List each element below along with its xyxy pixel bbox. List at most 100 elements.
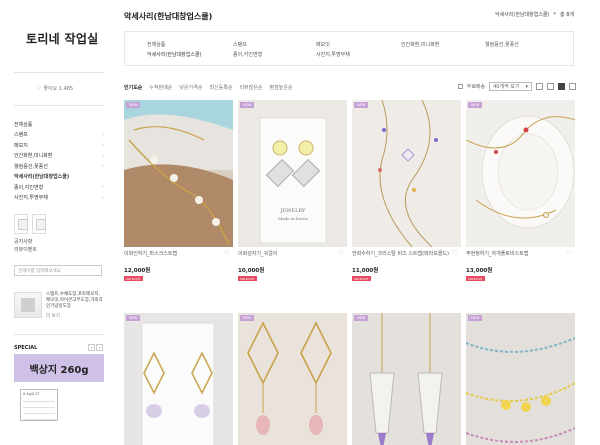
- tab-low-price[interactable]: 낮은가격순: [179, 84, 202, 91]
- sub-cat-photo[interactable]: 사진지,투명부채: [316, 50, 350, 60]
- shop-title[interactable]: 토리네 작업실: [26, 30, 99, 47]
- product-price: 12,000원: [124, 268, 151, 274]
- product-price: 10,000원: [238, 268, 265, 274]
- side-menu-item-photo[interactable]: 사진지,투명부채 ›: [14, 193, 104, 204]
- divider: [14, 72, 104, 73]
- heart-icon[interactable]: ♡: [338, 249, 344, 257]
- chevron-right-icon: ›: [102, 194, 104, 201]
- status-badge: SOLDOUT: [238, 276, 257, 281]
- sub-cat-all[interactable]: 전체상품: [147, 40, 202, 50]
- side-menu-item-all[interactable]: 전체상품: [14, 119, 104, 130]
- tab-sales[interactable]: 누적판매순: [149, 84, 172, 91]
- new-badge: NEW: [468, 315, 483, 321]
- side-menu-item-wreath[interactable]: 인간화환,미니화환 ›: [14, 151, 104, 162]
- sub-cat-paper[interactable]: 종이,각인변형: [233, 50, 262, 60]
- sub-cat-accessory[interactable]: 악세사리(한남대창업스쿨): [147, 50, 202, 60]
- svg-text:Made in Korea: Made in Korea: [278, 216, 308, 221]
- side-menu-item-accessory[interactable]: 악세사리(한남대창업스쿨): [14, 172, 104, 183]
- product-image[interactable]: JEWELRY Made in Korea: [238, 100, 347, 247]
- new-badge: NEW: [354, 315, 369, 321]
- tab-popular[interactable]: 인기도순: [124, 84, 142, 91]
- tab-reviews[interactable]: 리뷰많은순: [239, 84, 262, 91]
- per-page-select[interactable]: 40개씩 보기 ▾: [489, 82, 532, 91]
- notice-link[interactable]: 공지사항: [14, 238, 37, 246]
- heart-icon[interactable]: ♡: [566, 249, 572, 257]
- mug-thumbnails: [14, 214, 46, 234]
- product-image[interactable]: [124, 313, 233, 445]
- review-event-link[interactable]: 리뷰이벤트: [14, 246, 37, 254]
- side-menu: 전체상품 스탬프 › 메모지 › 인간화환,미니화환 › 웰컴풍선,꽃풍선 › 악세사리…: [14, 119, 104, 203]
- like-count: 좋아요 1,485: [43, 86, 74, 92]
- sub-cat-memo[interactable]: 메모잇: [316, 40, 350, 50]
- product-image[interactable]: [466, 313, 575, 445]
- new-badge: NEW: [126, 102, 141, 108]
- category-select[interactable]: 악세사리(한남대창업스쿨) ▾ 총 8개: [495, 11, 574, 18]
- special-banner-text: 백상지 260g: [29, 364, 89, 376]
- tab-rating[interactable]: 평점높은순: [269, 84, 292, 91]
- side-menu-item-memo[interactable]: 메모지 ›: [14, 140, 104, 151]
- side-menu-item-balloon[interactable]: 웰컴풍선,꽃풍선 ›: [14, 161, 104, 172]
- chevron-right-icon: ›: [102, 163, 104, 170]
- sub-cat-wreath[interactable]: 인간화환,미니화환: [401, 40, 439, 50]
- heart-icon[interactable]: ♡: [224, 249, 230, 257]
- special-heading: SPECIAL: [14, 345, 38, 351]
- sub-category-box: 전체상품 악세사리(한남대창업스쿨) 스탬프 종이,각인변형 메모잇 사진지,투명부채…: [124, 31, 574, 66]
- special-nav: ‹ ›: [88, 344, 103, 351]
- sidebar: 토리네 작업실 ♡ 좋아요 1,485 전체상품 스탬프 › 메모지 › 인간화환,…: [0, 0, 113, 445]
- product-name[interactable]: 한회수하기_크리스탈 비즈 스트랩(파라모콜드): [352, 250, 449, 257]
- product-image[interactable]: [238, 313, 347, 445]
- heart-icon[interactable]: ♡: [452, 249, 458, 257]
- side-menu-item-stamp[interactable]: 스탬프 ›: [14, 130, 104, 141]
- main-content: 악세사리(한남대창업스쿨) 악세사리(한남대창업스쿨) ▾ 총 8개 전체상품 악…: [124, 0, 600, 445]
- new-badge: NEW: [240, 315, 255, 321]
- divider: [14, 334, 104, 335]
- free-shipping-label: 무료배송: [466, 84, 486, 90]
- mug-image[interactable]: [14, 214, 28, 234]
- product-name[interactable]: 주현정하기_자개플로비스트랩: [466, 250, 528, 257]
- heart-icon: ♡: [36, 85, 42, 92]
- promo-more-link[interactable]: 더 보기: [46, 313, 60, 319]
- promo-card[interactable]: 스탬프,수채도장,포토메모지,메모잇,아이콘고무도장,가죽각인기념일도장 더 보…: [14, 292, 104, 320]
- chevron-down-icon: ▾: [553, 11, 557, 17]
- new-badge: NEW: [126, 315, 141, 321]
- product-price: 11,000원: [352, 268, 379, 274]
- sub-cat-balloon[interactable]: 웰컴풍선,꽃풍선: [485, 40, 519, 50]
- chevron-right-icon: ›: [102, 131, 104, 138]
- status-badge: SOLDOUT: [352, 276, 371, 281]
- grid-large-icon[interactable]: [569, 83, 576, 90]
- free-shipping-checkbox[interactable]: [457, 84, 463, 89]
- status-badge: SOLDOUT: [466, 276, 485, 281]
- category-title: 악세사리(한남대창업스쿨): [124, 12, 213, 21]
- side-links: 공지사항 리뷰이벤트: [14, 238, 37, 254]
- promo-thumbnail: [14, 292, 42, 318]
- special-banner[interactable]: 백상지 260g: [14, 354, 104, 382]
- special-card[interactable]: 0.4g/0.2T: [20, 389, 58, 421]
- prev-button[interactable]: ‹: [88, 344, 95, 351]
- product-image[interactable]: [352, 313, 461, 445]
- special-card-title: 0.4g/0.2T: [23, 392, 40, 396]
- product-image[interactable]: [352, 100, 461, 247]
- product-image[interactable]: [466, 100, 575, 247]
- chevron-right-icon: ›: [102, 184, 104, 191]
- tab-newest[interactable]: 최신등록순: [209, 84, 232, 91]
- next-button[interactable]: ›: [96, 344, 103, 351]
- divider: [14, 105, 104, 106]
- mug-image[interactable]: [32, 214, 46, 234]
- side-menu-item-paper[interactable]: 종이,각인변형 ›: [14, 182, 104, 193]
- search-input[interactable]: 검색어를 입력해보세요: [14, 265, 102, 276]
- product-name[interactable]: 이화성자기_귀걸이: [238, 250, 277, 257]
- sub-cat-stamp[interactable]: 스탬프: [233, 40, 262, 50]
- list-view-icon[interactable]: [536, 83, 543, 90]
- svg-text:JEWELRY: JEWELRY: [280, 208, 306, 214]
- product-image[interactable]: [124, 100, 233, 247]
- product-name[interactable]: 이화인하기_마스크스트랩: [124, 250, 177, 257]
- promo-text: 스탬프,수채도장,포토메모지,메모잇,아이콘고무도장,가죽각인기념일도장: [46, 292, 103, 309]
- grid-small-icon[interactable]: [547, 83, 554, 90]
- category-select-value: 악세사리(한남대창업스쿨): [494, 12, 550, 18]
- chevron-down-icon: ▾: [525, 83, 528, 90]
- like-button[interactable]: ♡ 좋아요 1,485: [36, 85, 73, 92]
- status-badge: SOLDOUT: [124, 276, 143, 281]
- view-controls: 무료배송 40개씩 보기 ▾: [457, 82, 576, 91]
- grid-view-icon[interactable]: [558, 83, 565, 90]
- item-count: 총 8개: [560, 12, 574, 18]
